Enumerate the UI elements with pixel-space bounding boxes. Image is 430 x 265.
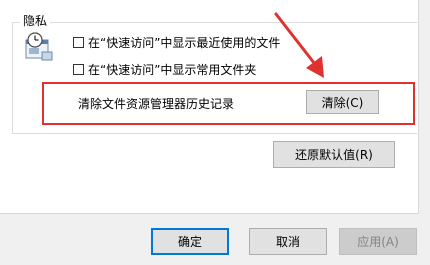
- red-arrow-icon: [274, 12, 324, 78]
- show-recent-files-checkbox[interactable]: [73, 36, 84, 48]
- ok-button[interactable]: 确定: [151, 228, 229, 255]
- apply-button[interactable]: 应用(A): [339, 228, 417, 255]
- privacy-clock-window-icon: [25, 32, 53, 61]
- restore-defaults-button[interactable]: 还原默认值(R): [273, 141, 395, 168]
- show-frequent-folders-checkbox[interactable]: [73, 63, 84, 75]
- clear-history-label: 清除文件资源管理器历史记录: [78, 97, 235, 111]
- show-recent-files-row[interactable]: 在“快速访问”中显示最近使用的文件: [73, 34, 280, 50]
- show-frequent-folders-row[interactable]: 在“快速访问”中显示常用文件夹: [73, 61, 256, 77]
- clear-history-button[interactable]: 清除(C): [306, 90, 379, 114]
- privacy-group-title: 隐私: [20, 12, 51, 29]
- folder-options-dialog: 隐私 在“快速访问”中显示最近使用的文件 在“快速访问”中显示常用文件夹 清除文…: [0, 0, 430, 265]
- general-tab-panel: 隐私 在“快速访问”中显示最近使用的文件 在“快速访问”中显示常用文件夹 清除文…: [0, 0, 419, 214]
- show-recent-files-label[interactable]: 在“快速访问”中显示最近使用的文件: [88, 34, 280, 51]
- cancel-button[interactable]: 取消: [249, 228, 327, 255]
- show-frequent-folders-label[interactable]: 在“快速访问”中显示常用文件夹: [88, 61, 256, 78]
